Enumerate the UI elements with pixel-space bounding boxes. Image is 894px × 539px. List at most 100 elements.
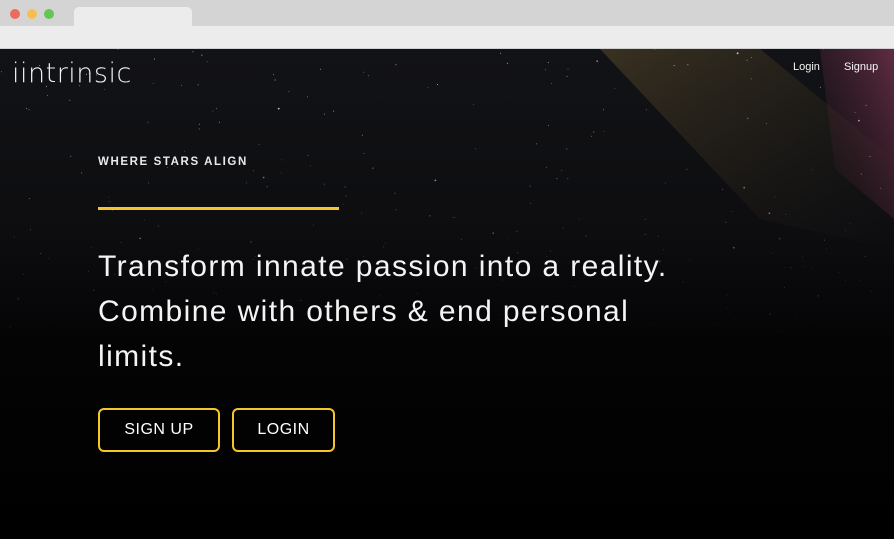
- star-dot: [323, 113, 325, 115]
- star-dot: [769, 313, 771, 315]
- star-dot: [687, 64, 689, 66]
- star-dot: [562, 227, 564, 229]
- star-dot: [545, 166, 547, 168]
- star-dot: [802, 256, 804, 258]
- star-dot: [854, 111, 856, 113]
- star-dot: [30, 229, 31, 231]
- star-dot: [323, 183, 325, 185]
- star-dot: [506, 62, 508, 64]
- star-dot: [108, 201, 110, 203]
- maximize-window-button[interactable]: [44, 9, 54, 19]
- sign-up-button[interactable]: SIGN UP: [98, 408, 220, 452]
- star-dot: [644, 234, 646, 235]
- star-dot: [529, 185, 531, 187]
- star-dot: [596, 60, 599, 63]
- star-dot: [147, 121, 149, 123]
- star-dot: [732, 246, 735, 249]
- star-dot: [566, 75, 568, 77]
- star-dot: [529, 202, 531, 204]
- star-dot: [262, 176, 265, 179]
- star-dot: [26, 108, 28, 109]
- star-dot: [747, 117, 749, 119]
- star-dot: [367, 75, 369, 77]
- star-dot: [474, 148, 476, 150]
- star-dot: [686, 168, 688, 170]
- star-dot: [644, 218, 646, 220]
- star-dot: [277, 107, 280, 110]
- star-dot: [201, 54, 203, 56]
- minimize-window-button[interactable]: [27, 9, 37, 19]
- star-dot: [545, 69, 546, 71]
- hero-eyebrow: WHERE STARS ALIGN: [98, 156, 248, 168]
- star-dot: [395, 209, 397, 211]
- nav-login-link[interactable]: Login: [793, 60, 820, 74]
- star-dot: [516, 230, 518, 232]
- star-dot: [506, 237, 508, 239]
- browser-tab[interactable]: [74, 7, 192, 26]
- star-dot: [845, 230, 846, 231]
- star-dot: [88, 270, 89, 272]
- star-dot: [591, 135, 593, 137]
- star-dot: [436, 84, 438, 85]
- star-dot: [363, 71, 365, 73]
- star-dot: [593, 131, 595, 133]
- star-dot: [428, 214, 431, 217]
- star-dot: [157, 225, 159, 227]
- star-dot: [434, 179, 437, 182]
- star-dot: [454, 216, 456, 218]
- star-dot: [784, 286, 785, 288]
- star-dot: [817, 295, 820, 297]
- star-dot: [198, 128, 200, 130]
- hero-headline: Transform innate passion into a reality.…: [98, 250, 668, 373]
- star-dot: [731, 211, 733, 212]
- star-dot: [143, 219, 145, 221]
- star-dot: [152, 82, 154, 84]
- star-dot: [547, 62, 549, 64]
- star-dot: [312, 224, 314, 226]
- star-dot: [822, 49, 824, 50]
- star-dot: [69, 99, 71, 101]
- star-dot: [148, 182, 149, 184]
- star-dot: [751, 57, 753, 58]
- star-dot: [307, 154, 309, 156]
- star-dot: [556, 178, 558, 180]
- hero-section: iintrinsic Login Signup WHERE STARS ALIG…: [0, 49, 894, 539]
- login-button[interactable]: LOGIN: [232, 408, 335, 452]
- star-dot: [743, 186, 746, 189]
- star-dot: [64, 335, 65, 336]
- star-dot: [250, 240, 252, 243]
- brand-logo[interactable]: iintrinsic: [12, 58, 132, 90]
- star-dot: [360, 212, 362, 214]
- star-dot: [726, 294, 728, 296]
- star-dot: [345, 195, 347, 197]
- star-dot: [865, 104, 867, 106]
- star-dot: [197, 84, 199, 86]
- star-dot: [258, 143, 260, 145]
- star-dot: [48, 321, 50, 323]
- star-dot: [778, 237, 781, 240]
- star-dot: [722, 188, 723, 190]
- star-dot: [310, 165, 311, 167]
- star-dot: [288, 91, 290, 92]
- star-dot: [320, 68, 321, 70]
- star-dot: [654, 49, 656, 50]
- browser-title-bar: [0, 0, 894, 26]
- close-window-button[interactable]: [10, 9, 20, 19]
- star-dot: [645, 109, 647, 111]
- star-dot: [212, 110, 214, 112]
- star-dot: [736, 52, 739, 55]
- star-dot: [245, 182, 247, 184]
- star-dot: [40, 253, 42, 254]
- star-dot: [153, 58, 155, 60]
- star-dot: [273, 74, 275, 75]
- star-dot: [746, 59, 748, 61]
- star-dot: [774, 196, 776, 198]
- star-dot: [869, 156, 871, 157]
- star-dot: [342, 203, 344, 205]
- nav-signup-link[interactable]: Signup: [844, 60, 878, 74]
- star-dot: [22, 273, 24, 275]
- star-dot: [218, 121, 220, 123]
- star-dot: [500, 52, 502, 54]
- star-dot: [17, 326, 20, 328]
- star-dot: [567, 178, 569, 180]
